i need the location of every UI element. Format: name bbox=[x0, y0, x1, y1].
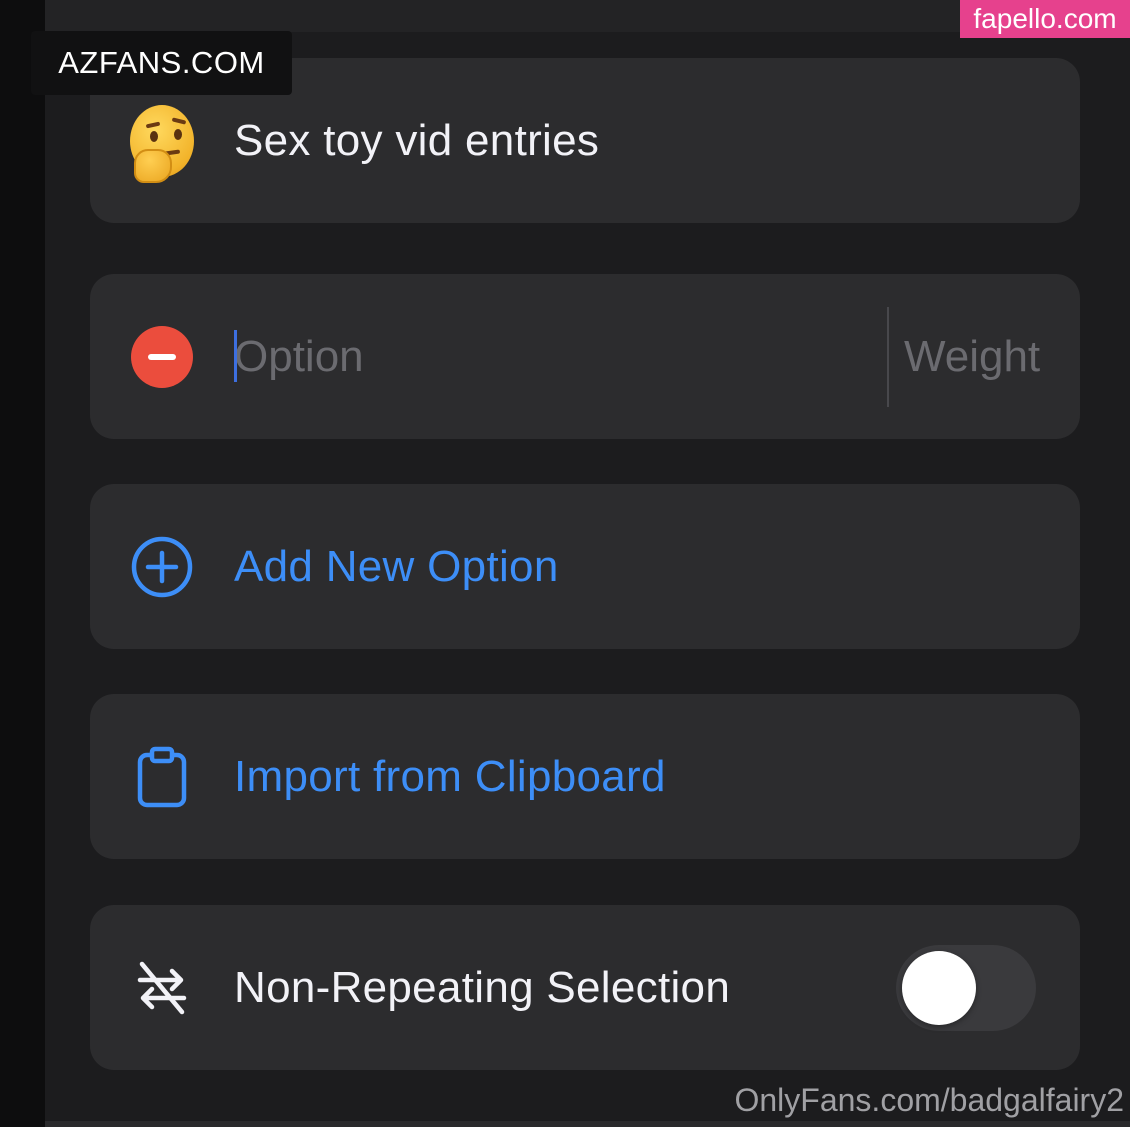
plus-circle-icon bbox=[130, 535, 194, 599]
non-repeating-row: Non-Repeating Selection bbox=[90, 905, 1080, 1070]
import-from-clipboard-label: Import from Clipboard bbox=[234, 751, 666, 801]
repeat-off-icon bbox=[130, 956, 194, 1020]
toggle-knob bbox=[902, 950, 976, 1025]
text-caret bbox=[234, 330, 237, 382]
thinking-face-icon bbox=[130, 104, 194, 183]
option-row bbox=[90, 274, 1080, 439]
non-repeating-label: Non-Repeating Selection bbox=[234, 962, 731, 1012]
list-title: Sex toy vid entries bbox=[234, 115, 600, 165]
bottom-strip bbox=[45, 1121, 1130, 1127]
non-repeating-toggle[interactable] bbox=[896, 944, 1036, 1031]
onlyfans-watermark: OnlyFans.com/badgalfairy2 bbox=[734, 1082, 1124, 1118]
minus-circle-icon bbox=[131, 325, 193, 388]
delete-option-button[interactable] bbox=[130, 325, 194, 389]
field-divider bbox=[887, 307, 889, 407]
add-new-option-label: Add New Option bbox=[234, 541, 559, 591]
option-input[interactable] bbox=[234, 326, 874, 387]
left-edge bbox=[0, 0, 45, 1127]
azfans-watermark: AZFANS.COM bbox=[31, 31, 292, 95]
weight-input[interactable] bbox=[904, 326, 1044, 387]
clipboard-icon bbox=[130, 745, 194, 809]
import-from-clipboard-button[interactable]: Import from Clipboard bbox=[90, 694, 1080, 859]
add-new-option-button[interactable]: Add New Option bbox=[90, 484, 1080, 649]
fapello-watermark: fapello.com bbox=[960, 0, 1130, 38]
